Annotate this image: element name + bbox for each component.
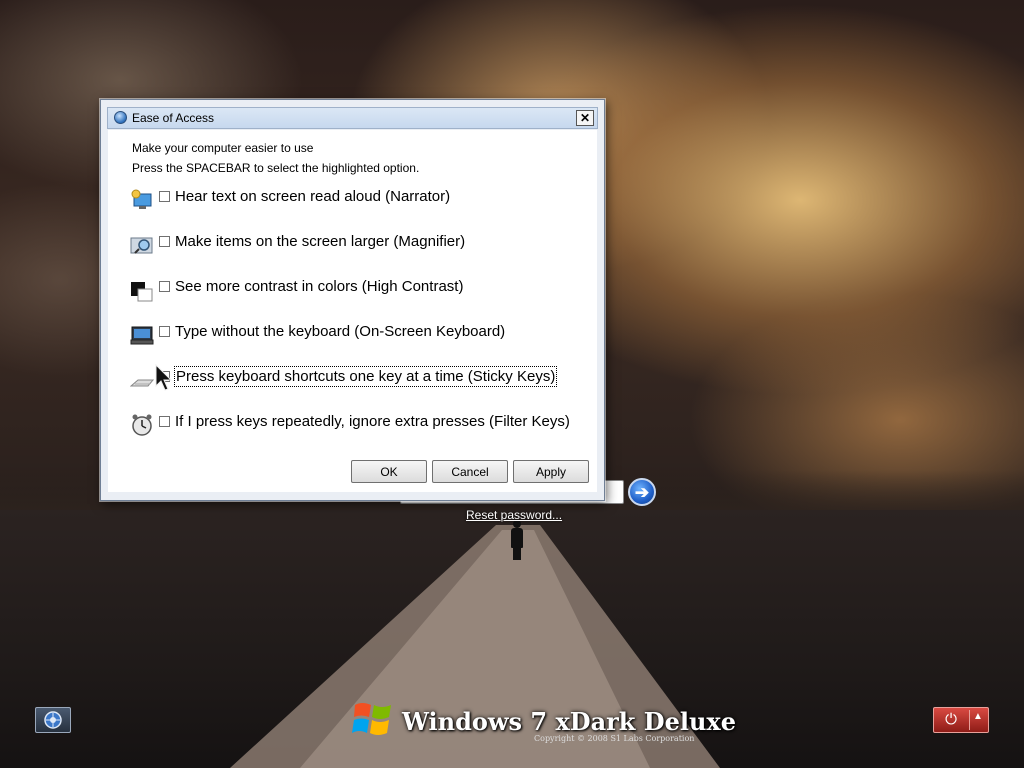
branding: Windows 7 xDark Deluxe Copyright © 2008 …	[352, 697, 736, 747]
ease-of-access-dialog: Ease of Access ✕ Make your computer easi…	[100, 99, 605, 501]
brand-name: Windows 7 xDark Deluxe	[402, 707, 736, 736]
dialog-titlebar[interactable]: Ease of Access ✕	[107, 107, 598, 129]
power-button-divider	[969, 710, 970, 730]
ease-of-access-icon	[44, 711, 62, 729]
option-label: See more contrast in colors (High Contra…	[175, 278, 464, 295]
option-sticky-keys[interactable]: Press keyboard shortcuts one key at a ti…	[130, 366, 595, 398]
reset-password-link[interactable]: Reset password...	[466, 508, 562, 522]
filter-keys-icon	[132, 414, 152, 436]
dialog-heading: Make your computer easier to use	[132, 141, 314, 155]
submit-arrow-button[interactable]: ➔	[628, 478, 656, 506]
high-contrast-icon	[131, 282, 153, 302]
option-label: Type without the keyboard (On-Screen Key…	[175, 323, 506, 340]
power-options-arrow-icon[interactable]: ▲	[973, 711, 983, 722]
ok-button[interactable]: OK	[351, 460, 427, 483]
windows-logo-icon	[352, 703, 391, 735]
dialog-instruction: Press the SPACEBAR to select the highlig…	[132, 161, 420, 175]
dialog-content: Make your computer easier to use Press t…	[108, 130, 597, 492]
arrow-right-icon: ➔	[634, 482, 650, 502]
option-on-screen-keyboard[interactable]: Type without the keyboard (On-Screen Key…	[130, 323, 595, 353]
sticky-keys-icon	[130, 379, 154, 387]
walking-person-silhouette	[509, 520, 525, 560]
ease-of-access-icon	[114, 111, 127, 124]
option-label: Make items on the screen larger (Magnifi…	[175, 233, 466, 250]
on-screen-keyboard-checkbox[interactable]	[159, 326, 170, 337]
dialog-title: Ease of Access	[132, 111, 215, 125]
shut-down-button[interactable]: ⏻ ▲	[933, 707, 989, 733]
option-label: If I press keys repeatedly, ignore extra…	[175, 413, 570, 430]
option-narrator[interactable]: Hear text on screen read aloud (Narrator…	[130, 188, 595, 218]
on-screen-keyboard-icon	[130, 326, 154, 345]
option-label: Hear text on screen read aloud (Narrator…	[175, 188, 451, 205]
apply-button[interactable]: Apply	[513, 460, 589, 483]
brand-copyright: Copyright © 2008 S1 Labs Corporation	[534, 734, 695, 743]
narrator-icon	[131, 189, 152, 209]
ease-of-access-button[interactable]	[35, 707, 71, 733]
high-contrast-checkbox[interactable]	[159, 281, 170, 292]
filter-keys-checkbox[interactable]	[159, 416, 170, 427]
narrator-checkbox[interactable]	[159, 191, 170, 202]
option-filter-keys[interactable]: If I press keys repeatedly, ignore extra…	[130, 413, 595, 443]
magnifier-checkbox[interactable]	[159, 236, 170, 247]
mouse-cursor-icon	[155, 364, 173, 391]
option-high-contrast[interactable]: See more contrast in colors (High Contra…	[130, 278, 595, 308]
magnifier-icon	[130, 237, 153, 254]
cancel-button[interactable]: Cancel	[432, 460, 508, 483]
power-icon: ⏻	[945, 711, 957, 728]
option-magnifier[interactable]: Make items on the screen larger (Magnifi…	[130, 233, 595, 263]
close-button[interactable]: ✕	[576, 110, 594, 126]
close-icon: ✕	[579, 111, 591, 125]
option-label: Press keyboard shortcuts one key at a ti…	[173, 366, 558, 387]
